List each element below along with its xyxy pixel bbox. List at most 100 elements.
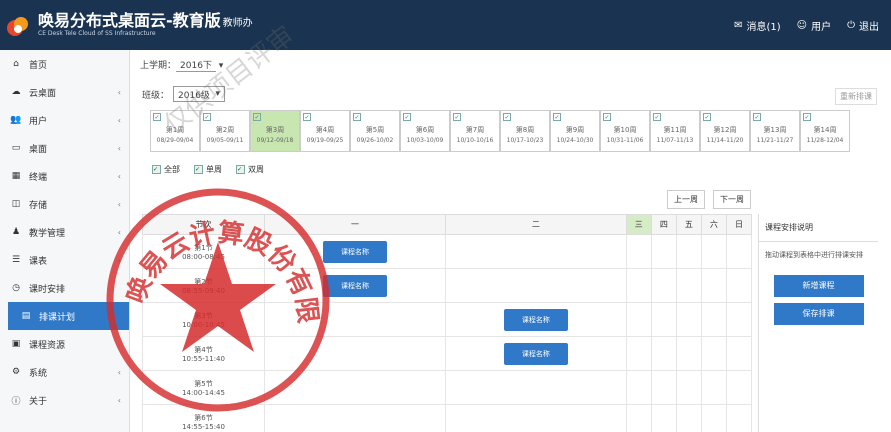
sidebar-item-3[interactable]: ▭ 桌面 ‹ <box>0 134 129 162</box>
schedule-cell[interactable] <box>725 268 753 303</box>
schedule-cell[interactable] <box>625 302 652 337</box>
reset-button[interactable]: 重新排课 <box>835 88 877 105</box>
sidebar-item-4[interactable]: ▦ 终端 ‹ <box>0 162 129 190</box>
checkbox-icon[interactable]: ✓ <box>303 113 311 121</box>
legend-item[interactable]: ✓ 全部 <box>152 164 180 175</box>
schedule-cell[interactable] <box>625 404 652 432</box>
schedule-cell[interactable] <box>444 234 627 269</box>
checkbox-icon[interactable]: ✓ <box>503 113 511 121</box>
schedule-cell[interactable] <box>650 370 677 405</box>
sidebar-item-0[interactable]: ⌂ 首页 <box>0 50 129 78</box>
checkbox-icon[interactable]: ✓ <box>453 113 461 121</box>
schedule-cell[interactable] <box>675 302 702 337</box>
term-value[interactable]: 2016下 <box>176 61 216 72</box>
week-card[interactable]: ✓ 第13周 11/21-11/27 <box>750 110 800 152</box>
schedule-cell[interactable] <box>444 404 627 432</box>
next-week-button[interactable]: 下一周 <box>713 190 751 209</box>
schedule-cell[interactable] <box>700 302 727 337</box>
week-card[interactable]: ✓ 第2周 09/05-09/11 <box>200 110 250 152</box>
header-action-0[interactable]: ✉ 消息(1) <box>734 18 781 33</box>
schedule-cell[interactable] <box>650 302 677 337</box>
checkbox-icon[interactable]: ✓ <box>403 113 411 121</box>
week-card[interactable]: ✓ 第11周 11/07-11/13 <box>650 110 700 152</box>
schedule-cell[interactable] <box>264 404 446 432</box>
checkbox-icon[interactable]: ✓ <box>603 113 611 121</box>
checkbox-icon[interactable]: ✓ <box>153 113 161 121</box>
header-action-2[interactable]: ⏻ 退出 <box>847 18 879 33</box>
schedule-cell[interactable] <box>700 268 727 303</box>
course-block[interactable]: 课程名称 <box>503 342 568 365</box>
sidebar-item-8[interactable]: ◷ 课时安排 <box>0 274 129 302</box>
schedule-cell[interactable] <box>444 370 627 405</box>
schedule-cell[interactable] <box>444 268 627 303</box>
schedule-cell[interactable] <box>700 336 727 371</box>
prev-week-button[interactable]: 上一周 <box>667 190 705 209</box>
schedule-cell[interactable] <box>725 370 753 405</box>
header-action-1[interactable]: ☺ 用户 <box>797 18 831 33</box>
schedule-cell[interactable] <box>625 336 652 371</box>
course-block[interactable]: 课程名称 <box>503 308 568 331</box>
schedule-cell[interactable] <box>650 268 677 303</box>
week-card[interactable]: ✓ 第8周 10/17-10/23 <box>500 110 550 152</box>
term-filter[interactable]: 上学期： 2016下 ▾ <box>140 58 223 72</box>
legend-item[interactable]: ✓ 双周 <box>236 164 264 175</box>
sidebar-item-9[interactable]: ▤ 排课计划 <box>8 302 129 330</box>
schedule-cell[interactable]: 课程名称 <box>444 302 627 337</box>
schedule-cell[interactable]: 课程名称 <box>444 336 627 371</box>
week-card[interactable]: ✓ 第4周 09/19-09/25 <box>300 110 350 152</box>
checkbox-icon[interactable]: ✓ <box>653 113 661 121</box>
schedule-cell[interactable] <box>625 268 652 303</box>
save-schedule-button[interactable]: 保存排课 <box>773 303 864 325</box>
schedule-cell[interactable] <box>625 370 652 405</box>
sidebar-item-1[interactable]: ☁ 云桌面 ‹ <box>0 78 129 106</box>
week-card[interactable]: ✓ 第5周 09/26-10/02 <box>350 110 400 152</box>
schedule-cell[interactable] <box>675 404 702 432</box>
legend-item[interactable]: ✓ 单周 <box>194 164 222 175</box>
checkbox-icon[interactable]: ✓ <box>553 113 561 121</box>
schedule-cell[interactable] <box>675 370 702 405</box>
sidebar-item-12[interactable]: ⓘ 关于 ‹ <box>0 386 129 414</box>
add-course-button[interactable]: 新增课程 <box>773 275 864 297</box>
schedule-cell[interactable]: 课程名称 <box>264 268 446 303</box>
sidebar-item-6[interactable]: ♟ 教学管理 ‹ <box>0 218 129 246</box>
schedule-cell[interactable] <box>625 234 652 269</box>
week-card[interactable]: ✓ 第3周 09/12-09/18 <box>250 110 300 152</box>
sidebar-item-2[interactable]: 👥 用户 ‹ <box>0 106 129 134</box>
checkbox-icon[interactable]: ✓ <box>253 113 261 121</box>
schedule-cell[interactable] <box>700 370 727 405</box>
sidebar-item-5[interactable]: ◫ 存储 ‹ <box>0 190 129 218</box>
schedule-cell[interactable] <box>264 302 446 337</box>
checkbox-icon[interactable]: ✓ <box>803 113 811 121</box>
course-block[interactable]: 课程名称 <box>323 240 387 263</box>
sidebar-item-10[interactable]: ▣ 课程资源 <box>0 330 129 358</box>
week-card[interactable]: ✓ 第6周 10/03-10/09 <box>400 110 450 152</box>
schedule-cell[interactable] <box>700 404 727 432</box>
schedule-cell[interactable] <box>725 234 753 269</box>
schedule-cell[interactable] <box>725 336 753 371</box>
week-card[interactable]: ✓ 第9周 10/24-10/30 <box>550 110 600 152</box>
checkbox-icon[interactable]: ✓ <box>703 113 711 121</box>
schedule-cell[interactable] <box>675 336 702 371</box>
schedule-cell[interactable] <box>650 234 677 269</box>
schedule-cell[interactable] <box>264 370 446 405</box>
week-card[interactable]: ✓ 第14周 11/28-12/04 <box>800 110 850 152</box>
checkbox-icon[interactable]: ✓ <box>203 113 211 121</box>
class-select[interactable]: 2016级 ▾ <box>173 86 226 102</box>
schedule-cell[interactable] <box>700 234 727 269</box>
week-card[interactable]: ✓ 第10周 10/31-11/06 <box>600 110 650 152</box>
schedule-cell[interactable]: 课程名称 <box>264 234 446 269</box>
sidebar-item-7[interactable]: ☰ 课表 ‹ <box>0 246 129 274</box>
checkbox-icon[interactable]: ✓ <box>353 113 361 121</box>
week-card[interactable]: ✓ 第12周 11/14-11/20 <box>700 110 750 152</box>
schedule-cell[interactable] <box>650 404 677 432</box>
schedule-cell[interactable] <box>675 234 702 269</box>
checkbox-icon[interactable]: ✓ <box>753 113 761 121</box>
sidebar-item-11[interactable]: ⚙ 系统 ‹ <box>0 358 129 386</box>
schedule-cell[interactable] <box>725 404 753 432</box>
schedule-cell[interactable] <box>264 336 446 371</box>
schedule-cell[interactable] <box>725 302 753 337</box>
schedule-cell[interactable] <box>675 268 702 303</box>
course-block[interactable]: 课程名称 <box>323 274 387 297</box>
week-card[interactable]: ✓ 第1周 08/29-09/04 <box>150 110 200 152</box>
schedule-cell[interactable] <box>650 336 677 371</box>
